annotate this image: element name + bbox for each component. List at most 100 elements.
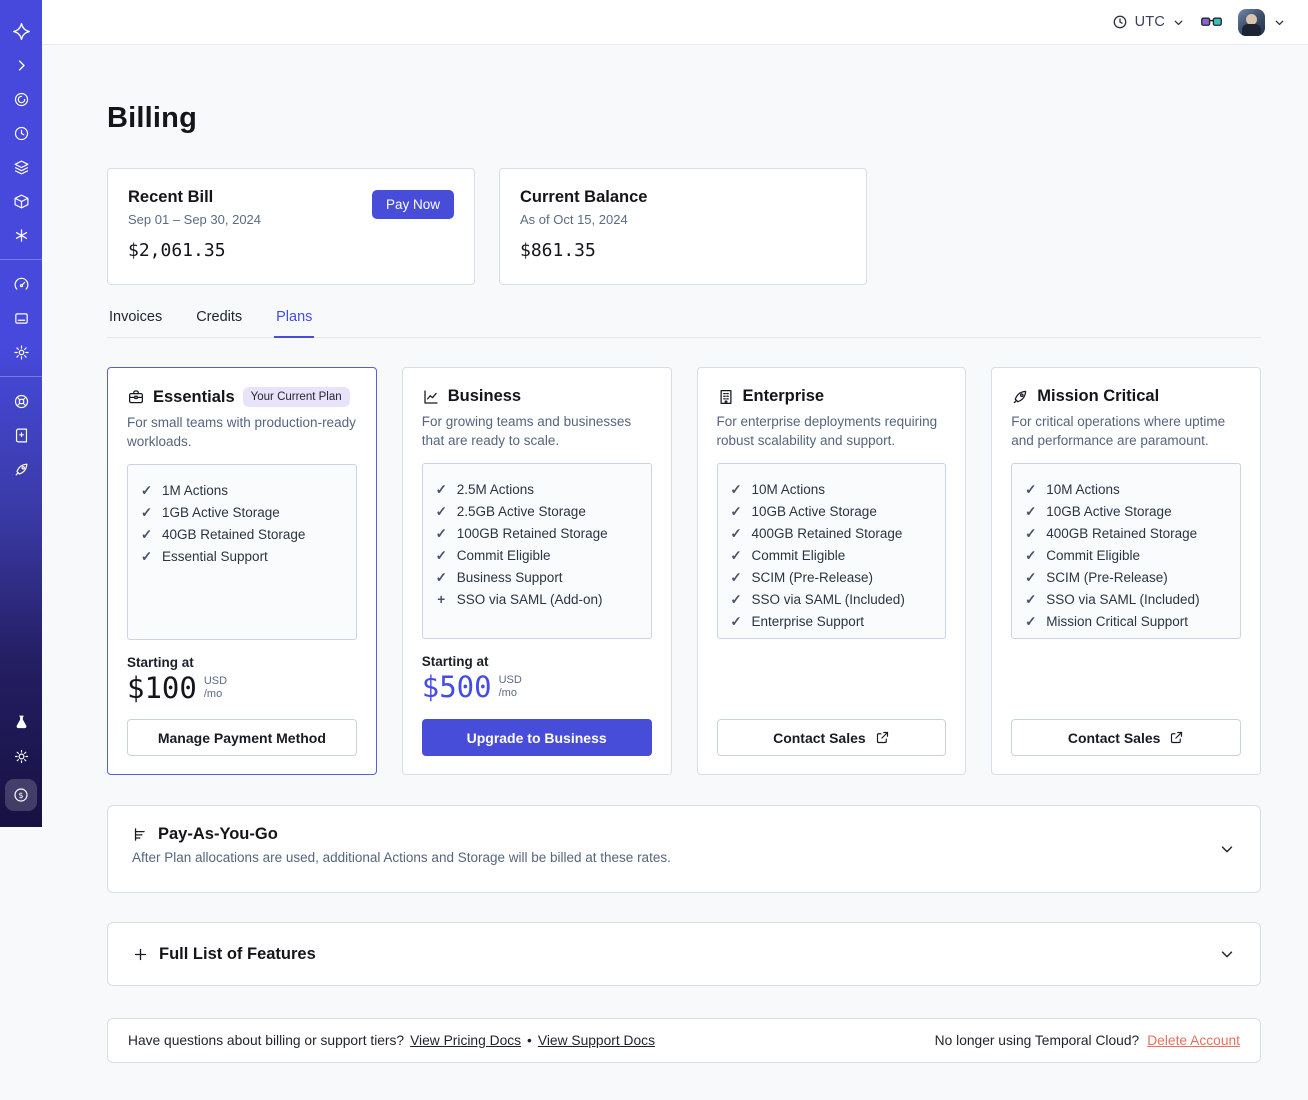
rocket-icon[interactable]	[8, 456, 34, 482]
page-title: Billing	[107, 102, 198, 134]
plan-feature: ✓ 10GB Active Storage	[730, 501, 934, 523]
plan-feature: ✓ Mission Critical Support	[1024, 611, 1228, 633]
plan-price: $500	[421, 670, 492, 704]
plan-description: For small teams with production-ready wo…	[127, 415, 356, 450]
plan-description: For growing teams and businesses that ar…	[421, 414, 632, 449]
tab-plans[interactable]: Plans	[274, 309, 315, 338]
support-wheel-icon[interactable]	[8, 388, 34, 414]
tab-invoices[interactable]: Invoices	[107, 309, 164, 337]
lab-flask-icon[interactable]	[8, 709, 34, 735]
sidebar: $	[0, 0, 42, 827]
plan-feature: ✓ Commit Eligible	[1024, 545, 1228, 567]
plan-feature: ✓ Business Support	[435, 567, 639, 589]
cube-icon[interactable]	[8, 188, 34, 214]
schedules-clock-icon[interactable]	[8, 120, 34, 146]
contact-sales-button[interactable]: Contact Sales	[1011, 719, 1241, 756]
check-icon: ✓	[730, 614, 742, 629]
theme-sun-icon[interactable]	[8, 743, 34, 769]
chevron-down-icon[interactable]	[1218, 945, 1236, 963]
price-per: /mo	[498, 686, 517, 699]
temporal-logo[interactable]	[8, 18, 34, 44]
timezone-selector[interactable]: UTC	[1112, 14, 1185, 30]
plan-description: For critical operations where uptime and…	[1011, 414, 1226, 449]
payg-accordion[interactable]: Pay-As-You-Go After Plan allocations are…	[107, 805, 1261, 893]
current-plan-badge: Your Current Plan	[242, 387, 350, 407]
plan-feature: ✓ SSO via SAML (Included)	[1024, 589, 1228, 611]
plan-feature: ✓ 1GB Active Storage	[140, 502, 344, 524]
check-icon: ✓	[730, 504, 742, 519]
check-icon: ✓	[435, 526, 447, 541]
pricing-docs-link[interactable]: View Pricing Docs	[410, 1033, 521, 1048]
user-menu[interactable]	[1238, 8, 1286, 36]
plan-card-business: Business For growing teams and businesse…	[401, 367, 672, 775]
svg-text:$: $	[18, 791, 23, 800]
chevron-right-icon[interactable]	[8, 52, 34, 78]
plan-feature: ✓ 100GB Retained Storage	[435, 523, 639, 545]
external-link-icon	[876, 731, 888, 744]
check-icon: ✓	[730, 526, 742, 541]
plan-description: For enterprise deployments requiring rob…	[716, 414, 938, 449]
plan-cards: Essentials Your Current Plan For small t…	[107, 367, 1261, 775]
check-icon: ✓	[435, 482, 447, 497]
price-currency: USD	[203, 675, 228, 687]
plan-feature: ✓ 2.5M Actions	[435, 479, 639, 501]
usage-gauge-icon[interactable]	[8, 271, 34, 297]
plan-price: $100	[127, 671, 197, 705]
plan-name: Mission Critical	[1037, 387, 1160, 405]
plan-feature: ✓ 10M Actions	[730, 479, 934, 501]
billing-card-icon[interactable]	[8, 305, 34, 331]
namespaces-icon[interactable]	[8, 86, 34, 112]
plan-feature: + SSO via SAML (Add-on)	[435, 589, 639, 611]
plan-feature-box: ✓ 10M Actions ✓ 10GB Active Storage ✓ 400GB…	[716, 463, 947, 639]
chevron-down-icon[interactable]	[1218, 840, 1236, 858]
plan-feature: ✓ Essential Support	[140, 546, 344, 568]
manage-payment-button[interactable]: Manage Payment Method	[127, 719, 357, 756]
starting-at-label: Starting at	[421, 654, 489, 669]
contact-sales-button[interactable]: Contact Sales	[716, 719, 947, 756]
plan-name: Essentials	[153, 387, 235, 406]
external-link-icon	[1171, 731, 1183, 744]
pay-now-button[interactable]: Pay Now	[371, 190, 454, 219]
dev-glasses-icon[interactable]	[1201, 16, 1222, 29]
plan-feature: ✓ SSO via SAML (Included)	[730, 589, 934, 611]
chart-line-icon	[424, 389, 438, 404]
sidebar-divider	[0, 376, 42, 377]
plan-feature: ✓ 2.5GB Active Storage	[435, 501, 639, 523]
full-features-accordion[interactable]: Full List of Features	[107, 922, 1261, 986]
briefcase-icon	[128, 390, 144, 404]
plan-feature: ✓ 10M Actions	[1024, 479, 1228, 501]
upgrade-business-button[interactable]: Upgrade to Business	[421, 719, 652, 756]
check-icon: ✓	[140, 527, 153, 542]
docs-book-icon[interactable]	[8, 422, 34, 448]
price-per: /mo	[203, 687, 223, 700]
tab-credits[interactable]: Credits	[194, 309, 244, 337]
plan-card-enterprise: Enterprise For enterprise deployments re…	[696, 367, 967, 775]
plan-name: Enterprise	[742, 387, 825, 405]
check-icon: ✓	[1025, 482, 1037, 497]
starting-at-label: Starting at	[127, 655, 194, 670]
plan-feature: ✓ SCIM (Pre-Release)	[1024, 567, 1228, 589]
full-features-title: Full List of Features	[159, 944, 316, 963]
plan-name: Business	[447, 387, 522, 405]
delete-account-link[interactable]: Delete Account	[1147, 1033, 1240, 1048]
current-balance-card: Current Balance As of Oct 15, 2024 $861.…	[499, 168, 867, 285]
plan-feature-box: ✓ 2.5M Actions ✓ 2.5GB Active Storage ✓ 100…	[421, 463, 652, 639]
plus-icon	[134, 948, 147, 960]
check-icon: ✓	[435, 548, 447, 563]
main-content: Billing Recent Bill Sep 01 – Sep 30, 202…	[42, 45, 1308, 1100]
current-balance-title: Current Balance	[520, 188, 648, 206]
asterisk-icon[interactable]	[8, 222, 34, 248]
settings-gear-icon[interactable]	[8, 339, 34, 365]
layers-icon[interactable]	[8, 154, 34, 180]
plan-feature: ✓ 400GB Retained Storage	[730, 523, 934, 545]
check-icon: ✓	[140, 505, 153, 520]
check-icon: ✓	[730, 592, 742, 607]
check-icon: ✓	[1025, 548, 1037, 563]
plan-card-mission-critical: Mission Critical For critical operations…	[991, 367, 1261, 775]
check-icon: ✓	[1025, 526, 1037, 541]
plan-feature: ✓ SCIM (Pre-Release)	[730, 567, 934, 589]
billing-coin-icon[interactable]: $	[5, 779, 37, 811]
recent-bill-card: Recent Bill Sep 01 – Sep 30, 2024 $2,061…	[107, 168, 475, 285]
support-docs-link[interactable]: View Support Docs	[538, 1033, 655, 1048]
plan-feature: ✓ 10GB Active Storage	[1024, 501, 1228, 523]
